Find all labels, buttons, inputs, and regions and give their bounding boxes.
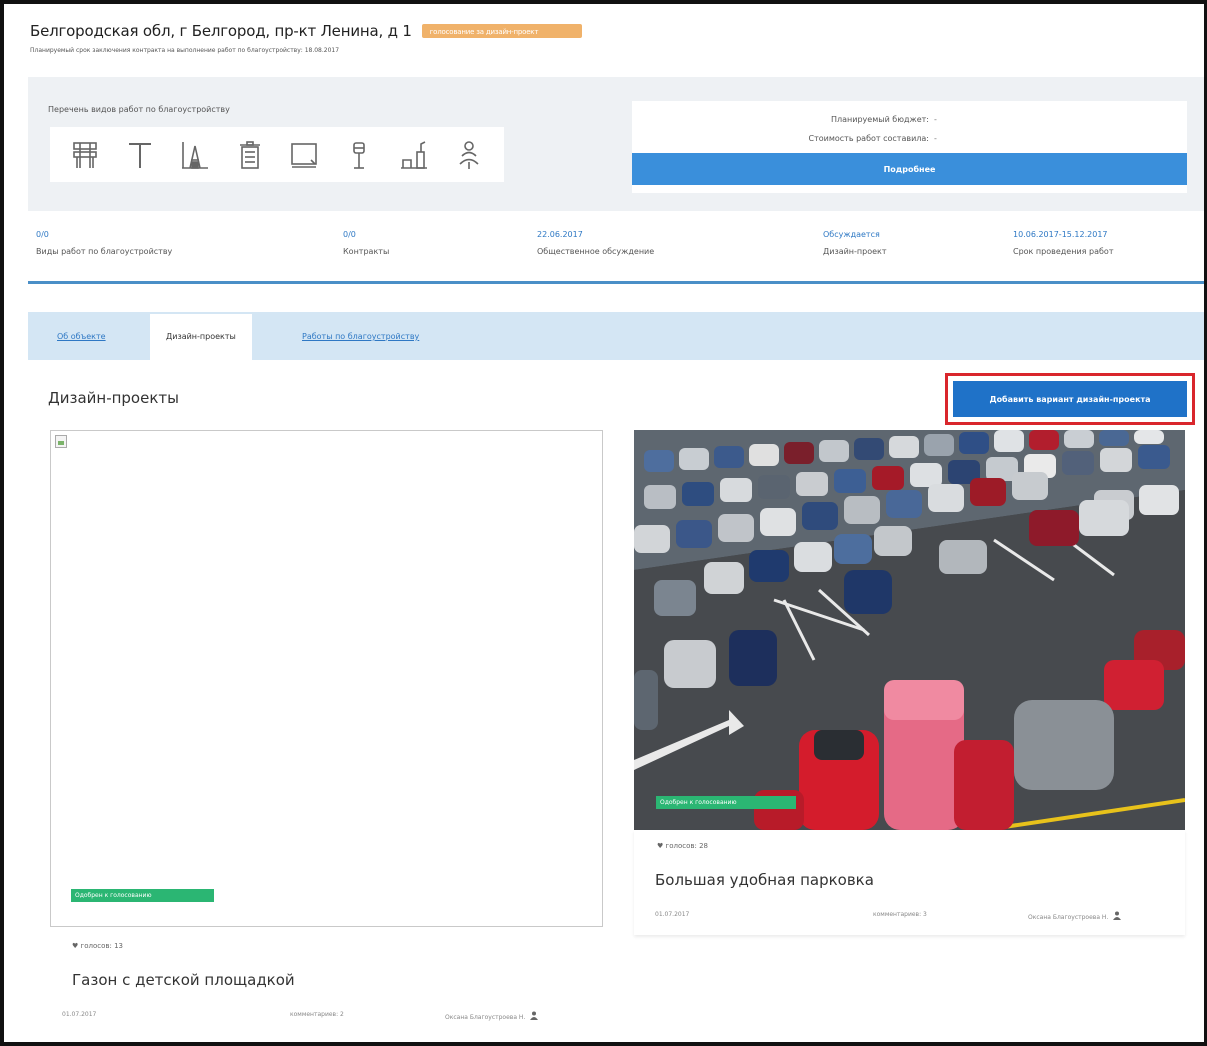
cost-value: - bbox=[934, 134, 937, 143]
card-comments[interactable]: комментариев: 3 bbox=[873, 911, 927, 918]
planned-budget-value: - bbox=[934, 115, 937, 124]
card-author: Оксана Благоустроева Н. bbox=[445, 1011, 539, 1021]
playground-icon[interactable] bbox=[176, 136, 214, 174]
card-date: 01.07.2017 bbox=[62, 1011, 97, 1018]
stat-works: 0/0 Виды работ по благоустройству bbox=[36, 230, 172, 256]
page-header: Белгородская обл, г Белгород, пр-кт Лени… bbox=[30, 22, 582, 40]
card-author: Оксана Благоустроева Н. bbox=[1028, 911, 1122, 921]
author-name: Оксана Благоустроева Н. bbox=[445, 1014, 526, 1021]
works-list-label: Перечень видов работ по благоустройству bbox=[48, 105, 230, 114]
author-name: Оксана Благоустроева Н. bbox=[1028, 914, 1109, 921]
page-subtitle: Планируемый срок заключения контракта на… bbox=[30, 47, 340, 54]
user-icon bbox=[1113, 911, 1122, 920]
status-badge: Одобрен к голосованию bbox=[656, 796, 796, 809]
votes-count: ♥ голосов: 28 bbox=[657, 842, 708, 850]
frame-icon[interactable] bbox=[285, 136, 323, 174]
works-panel: Перечень видов работ по благоустройству … bbox=[28, 77, 1204, 211]
status-badge: голосование за дизайн-проект bbox=[421, 24, 582, 38]
stat-discussion: 22.06.2017 Общественное обсуждение bbox=[537, 230, 654, 256]
tab-bar: Об объекте Дизайн-проекты Работы по благ… bbox=[28, 312, 1204, 360]
fountain-icon[interactable] bbox=[395, 136, 433, 174]
works-icons bbox=[50, 127, 504, 182]
design-card-image[interactable]: Одобрен к голосованию bbox=[634, 430, 1185, 830]
tab-design-projects[interactable]: Дизайн-проекты bbox=[150, 314, 252, 360]
parking-photo bbox=[634, 430, 1185, 830]
card-title[interactable]: Большая удобная парковка bbox=[655, 871, 874, 889]
stat-value: 0/0 bbox=[36, 230, 49, 239]
stat-label: Виды работ по благоустройству bbox=[36, 247, 173, 256]
status-badge: Одобрен к голосованию bbox=[71, 889, 214, 902]
budget-box: Планируемый бюджет: - Стоимость работ со… bbox=[632, 101, 1187, 193]
stat-design-project: Обсуждается Дизайн-проект bbox=[823, 230, 887, 256]
votes-count: ♥ голосов: 13 bbox=[72, 942, 123, 950]
stat-value: 10.06.2017-15.12.2017 bbox=[1013, 230, 1108, 239]
broken-image-icon bbox=[55, 435, 67, 448]
votes-text: голосов: 28 bbox=[665, 842, 708, 850]
stat-work-period: 10.06.2017-15.12.2017 Срок проведения ра… bbox=[1013, 230, 1113, 256]
stat-label: Контракты bbox=[343, 247, 390, 256]
stat-value: 22.06.2017 bbox=[537, 230, 583, 239]
stat-label: Срок проведения работ bbox=[1013, 247, 1114, 256]
stat-value: 0/0 bbox=[343, 230, 356, 239]
stat-contracts: 0/0 Контракты bbox=[343, 230, 389, 256]
trash-bin-icon[interactable] bbox=[231, 136, 269, 174]
planned-budget-label: Планируемый бюджет: bbox=[831, 115, 929, 124]
user-icon bbox=[530, 1011, 539, 1020]
heart-icon[interactable]: ♥ bbox=[72, 942, 78, 950]
stat-label: Общественное обсуждение bbox=[537, 247, 655, 256]
page-title: Белгородская обл, г Белгород, пр-кт Лени… bbox=[30, 22, 412, 40]
heart-icon[interactable]: ♥ bbox=[657, 842, 663, 850]
stat-value: Обсуждается bbox=[823, 230, 880, 239]
add-design-project-button[interactable]: Добавить вариант дизайн-проекта bbox=[953, 381, 1187, 417]
tab-about[interactable]: Об объекте bbox=[57, 332, 106, 341]
votes-text: голосов: 13 bbox=[80, 942, 123, 950]
text-t-icon[interactable] bbox=[121, 136, 159, 174]
card-title[interactable]: Газон с детской площадкой bbox=[72, 971, 295, 989]
stat-label: Дизайн-проект bbox=[823, 247, 887, 256]
design-card-image[interactable]: Одобрен к голосованию bbox=[50, 430, 603, 927]
tab-works[interactable]: Работы по благоустройству bbox=[302, 332, 419, 341]
card-date: 01.07.2017 bbox=[655, 911, 690, 918]
project-stats: 0/0 Виды работ по благоустройству 0/0 Ко… bbox=[28, 222, 1204, 284]
cost-label: Стоимость работ составила: bbox=[808, 134, 929, 143]
section-title: Дизайн-проекты bbox=[48, 389, 179, 407]
tree-icon[interactable] bbox=[450, 136, 488, 174]
details-button[interactable]: Подробнее bbox=[632, 153, 1187, 185]
bench-icon[interactable] bbox=[66, 136, 104, 174]
card-comments[interactable]: комментариев: 2 bbox=[290, 1011, 344, 1018]
lamp-icon[interactable] bbox=[340, 136, 378, 174]
